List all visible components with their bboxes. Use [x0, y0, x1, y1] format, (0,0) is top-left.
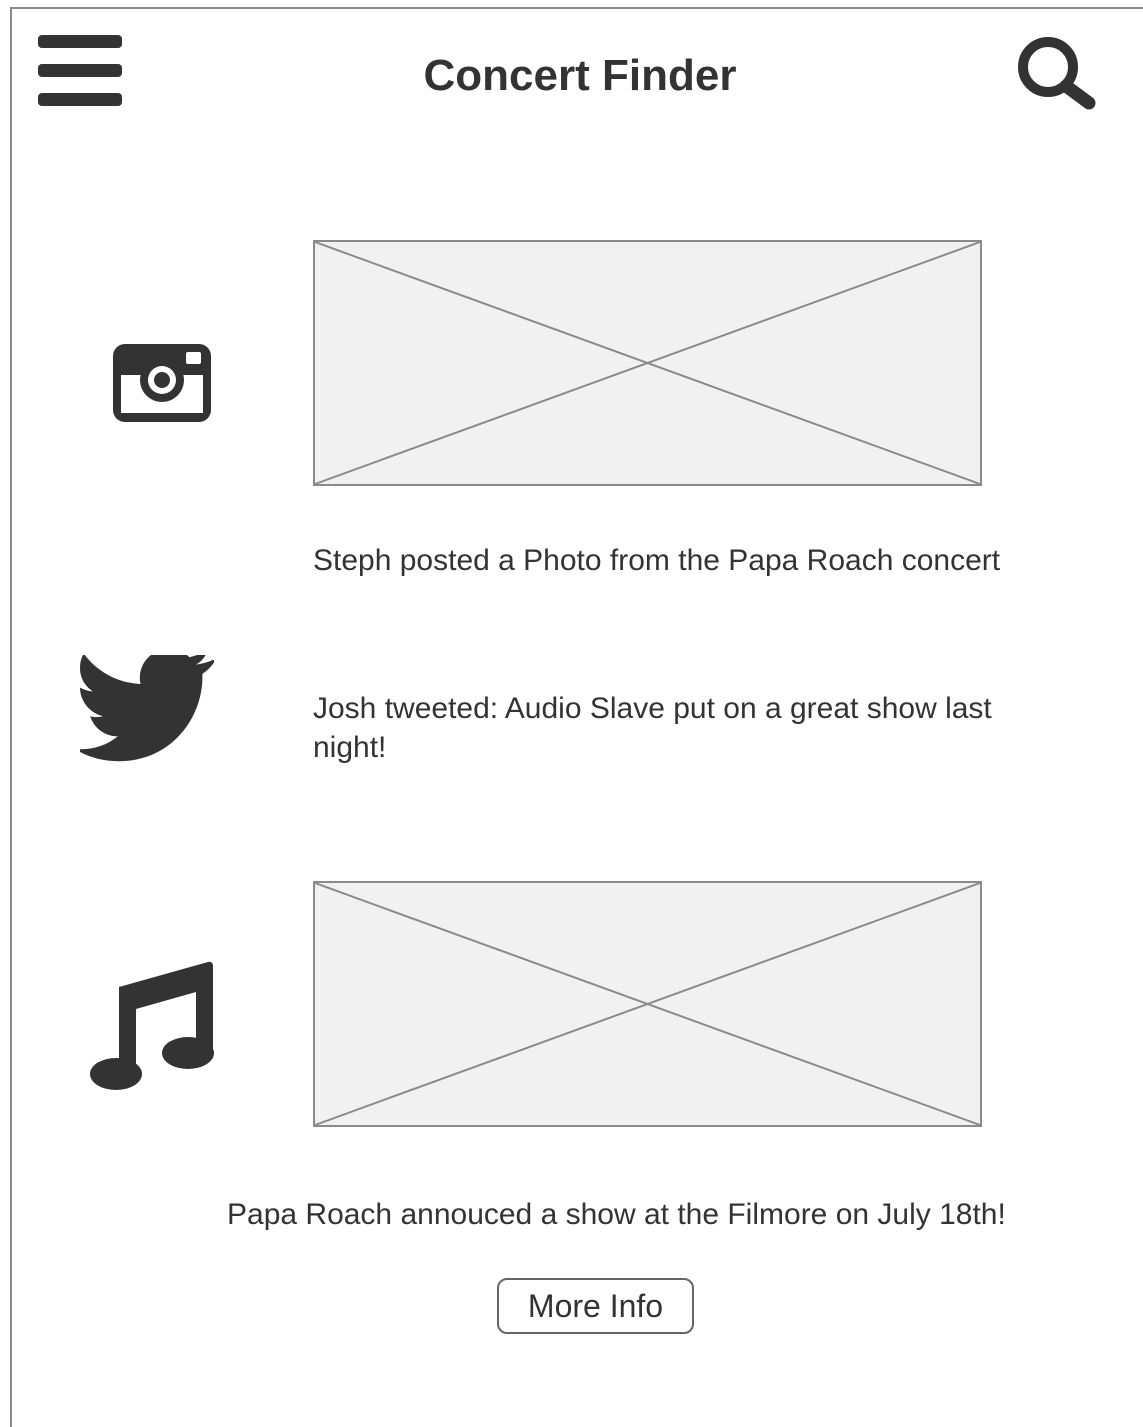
- page-title: Concert Finder: [423, 51, 737, 100]
- hamburger-menu-icon[interactable]: [38, 35, 122, 107]
- feed-item-text: Papa Roach annouced a show at the Filmor…: [227, 1198, 1006, 1231]
- image-placeholder: [313, 881, 982, 1127]
- instagram-icon: [111, 342, 213, 424]
- twitter-icon: [73, 649, 216, 769]
- music-note-icon: [90, 960, 214, 1092]
- more-info-button[interactable]: More Info: [497, 1278, 694, 1334]
- search-icon[interactable]: [1012, 34, 1098, 110]
- feed-item-text: Josh tweeted: Audio Slave put on a great…: [313, 692, 992, 764]
- image-placeholder: [313, 240, 982, 486]
- feed-item-text: Steph posted a Photo from the Papa Roach…: [313, 544, 1001, 577]
